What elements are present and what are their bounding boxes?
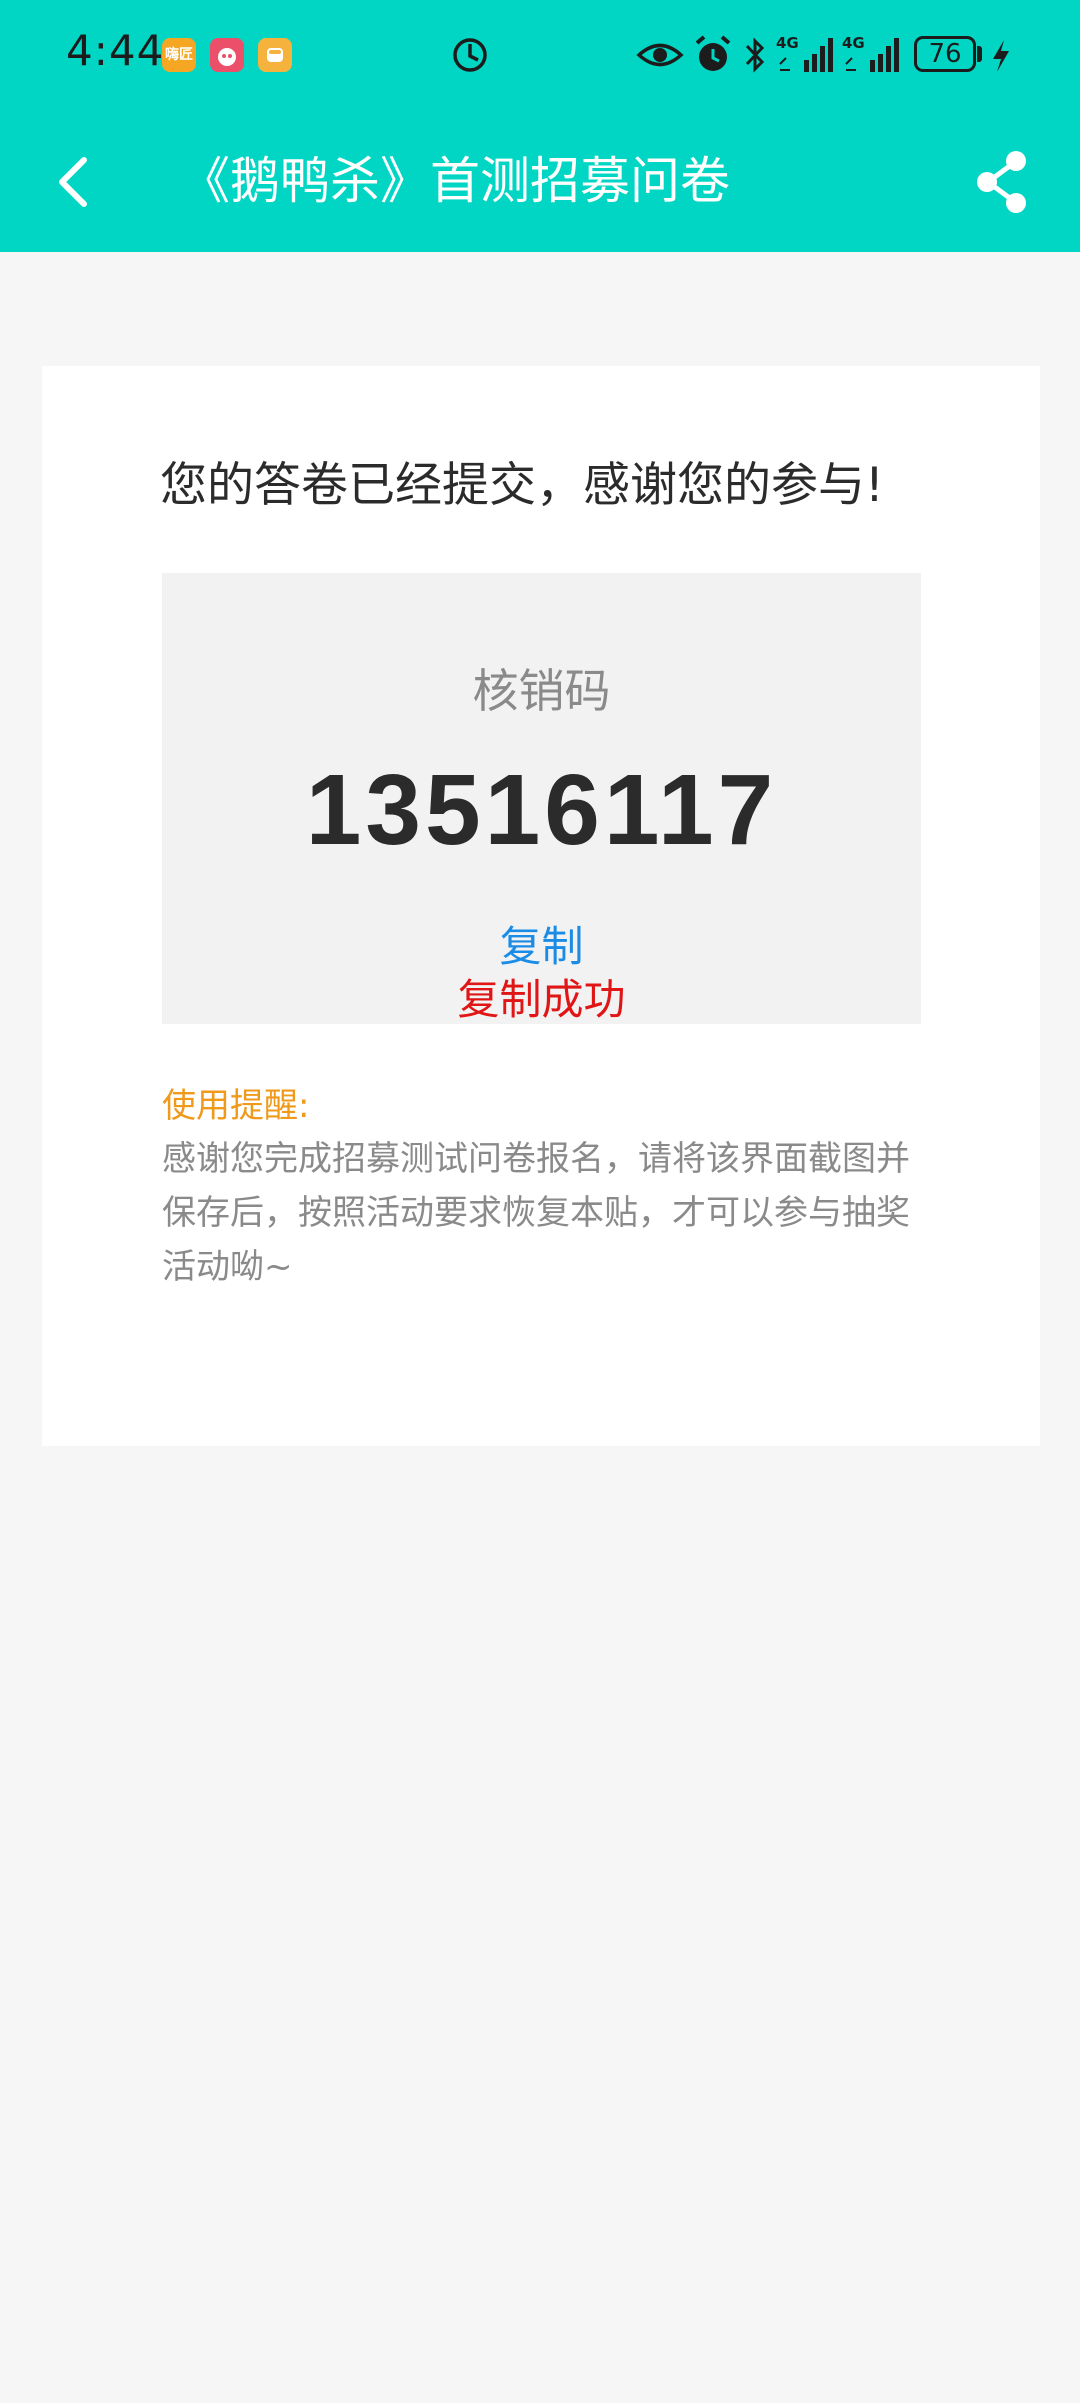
share-button[interactable] bbox=[968, 144, 1038, 220]
share-icon bbox=[977, 151, 1026, 213]
copy-success-text: 复制成功 bbox=[457, 975, 626, 1024]
status-time: 4:44 bbox=[66, 26, 165, 75]
app-notification-icon-2 bbox=[210, 38, 244, 72]
copy-button[interactable]: 复制 bbox=[162, 913, 921, 974]
status-bar: 4:44 嗨匠 4G 4G 76 bbox=[0, 0, 1080, 110]
back-button[interactable] bbox=[40, 142, 110, 222]
signal-4g-icon-1: 4G bbox=[776, 30, 836, 80]
result-card: 您的答卷已经提交，感谢您的参与! 核销码 13516117 复制 复制成功 使用… bbox=[42, 366, 1040, 1446]
bluetooth-icon bbox=[745, 37, 765, 73]
chevron-left-icon bbox=[59, 157, 87, 207]
redeem-code-label: 核销码 bbox=[472, 664, 611, 718]
battery-indicator: 76 bbox=[914, 36, 976, 72]
battery-cap bbox=[977, 46, 982, 62]
submission-success-message: 您的答卷已经提交，感谢您的参与! bbox=[160, 458, 884, 513]
charging-icon bbox=[993, 40, 1009, 72]
app-header: 《鹅鸭杀》首测招募问卷 bbox=[0, 110, 1080, 252]
app-notification-icon-1: 嗨匠 bbox=[162, 38, 196, 72]
redeem-code-value: 13516117 bbox=[305, 754, 778, 866]
data-saver-icon bbox=[453, 38, 487, 72]
app-notification-icon-3 bbox=[258, 38, 292, 72]
redeem-code-box: 核销码 13516117 复制 复制成功 bbox=[162, 573, 921, 1024]
page-title: 《鹅鸭杀》首测招募问卷 bbox=[180, 152, 730, 210]
usage-tip-text: 感谢您完成招募测试问卷报名，请将该界面截图并保存后，按照活动要求恢复本贴，才可以… bbox=[162, 1139, 910, 1287]
signal-4g-icon-2: 4G bbox=[842, 30, 902, 80]
eye-icon bbox=[636, 43, 684, 67]
alarm-icon bbox=[695, 35, 731, 71]
usage-tip-title: 使用提醒: bbox=[162, 1086, 310, 1126]
